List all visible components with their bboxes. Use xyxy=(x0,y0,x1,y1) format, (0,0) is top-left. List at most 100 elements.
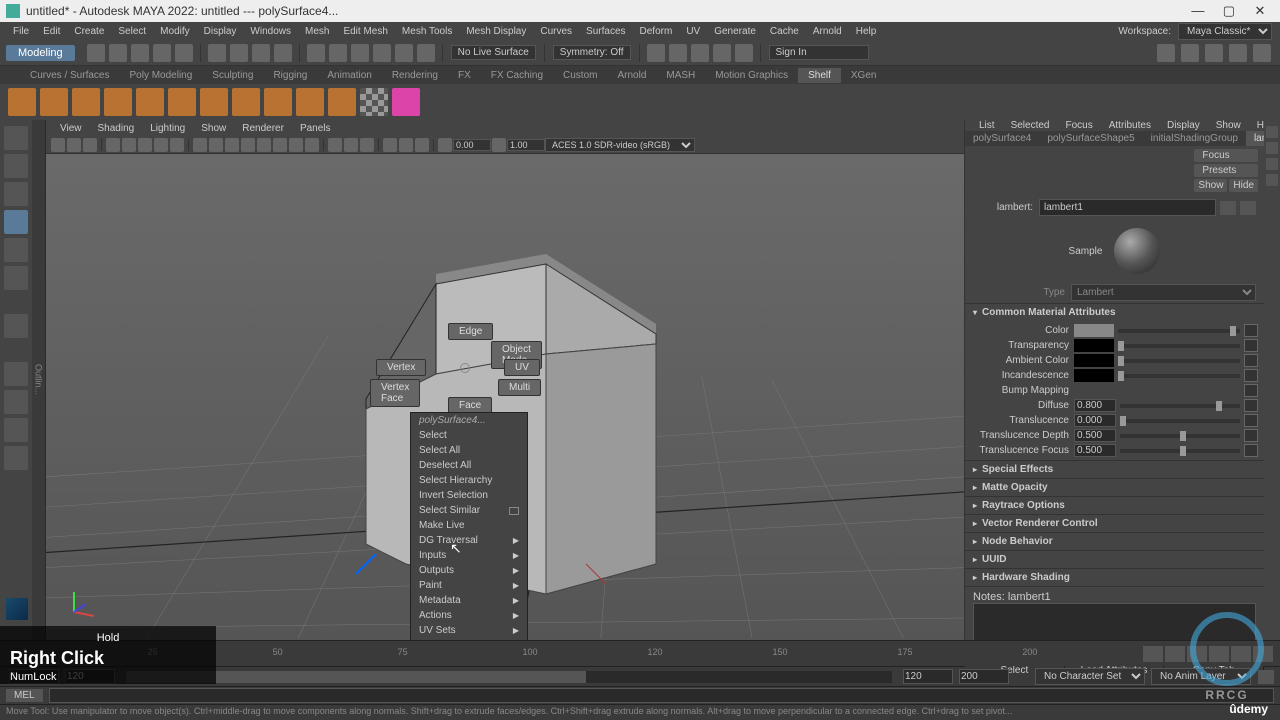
snap5-icon[interactable] xyxy=(395,44,413,62)
shelf-item-torus[interactable] xyxy=(136,88,164,116)
type-select[interactable]: Lambert xyxy=(1071,284,1256,301)
hide-button[interactable]: Hide xyxy=(1229,179,1258,192)
snap2-icon[interactable] xyxy=(329,44,347,62)
vp-menu-shading[interactable]: Shading xyxy=(90,123,143,134)
layout-outliner[interactable] xyxy=(4,418,28,442)
focus-button[interactable]: Focus xyxy=(1194,149,1258,162)
shelf-tab[interactable]: Curves / Surfaces xyxy=(20,68,119,83)
vp-menu-panels[interactable]: Panels xyxy=(292,123,339,134)
ctx-item[interactable]: UV Sets▶ xyxy=(411,623,527,638)
color-swatch[interactable] xyxy=(1074,324,1114,337)
value-slider[interactable] xyxy=(1120,449,1240,453)
menu-windows[interactable]: Windows xyxy=(243,26,298,37)
layout2-icon[interactable] xyxy=(1181,44,1199,62)
mm-vface[interactable]: Vertex Face xyxy=(370,379,420,407)
menu-create[interactable]: Create xyxy=(67,26,111,37)
map-button[interactable] xyxy=(1244,429,1258,442)
shelf-tab[interactable]: FX Caching xyxy=(481,68,553,83)
pin-icon[interactable] xyxy=(1240,201,1256,215)
close-button[interactable]: ✕ xyxy=(1246,3,1274,19)
range-out[interactable] xyxy=(959,669,1009,684)
mode-selector[interactable]: Modeling xyxy=(6,45,75,61)
shelf-tab[interactable]: Arnold xyxy=(607,68,656,83)
shelf-item-cone[interactable] xyxy=(104,88,132,116)
map-button[interactable] xyxy=(1244,369,1258,382)
outliner-handle[interactable]: Outlin... xyxy=(32,120,46,640)
colorspace-select[interactable]: ACES 1.0 SDR-video (sRGB) xyxy=(545,138,695,152)
select-icon[interactable] xyxy=(208,44,226,62)
vp-icon[interactable] xyxy=(154,138,168,152)
ctx-item[interactable]: Paint▶ xyxy=(411,578,527,593)
vp-icon[interactable] xyxy=(138,138,152,152)
panel-icon[interactable] xyxy=(691,44,709,62)
layout-persp[interactable] xyxy=(4,446,28,470)
menu-edit[interactable]: Edit xyxy=(36,26,67,37)
signin-field[interactable]: Sign In xyxy=(769,45,869,60)
value-field[interactable] xyxy=(1074,414,1116,427)
ctx-item[interactable]: Deselect All xyxy=(411,458,527,473)
mm-multi[interactable]: Multi xyxy=(498,379,541,396)
ctx-item[interactable]: Outputs▶ xyxy=(411,563,527,578)
shelf-tab[interactable]: Poly Modeling xyxy=(119,68,202,83)
ctx-item[interactable]: Metadata▶ xyxy=(411,593,527,608)
section-header[interactable]: Hardware Shading xyxy=(965,569,1264,586)
menu-arnold[interactable]: Arnold xyxy=(806,26,849,37)
ipr-icon[interactable] xyxy=(669,44,687,62)
vp-menu-lighting[interactable]: Lighting xyxy=(142,123,193,134)
menu-curves[interactable]: Curves xyxy=(533,26,579,37)
section-header[interactable]: Raytrace Options xyxy=(965,497,1264,514)
vp-icon[interactable] xyxy=(438,138,452,152)
vp-icon[interactable] xyxy=(257,138,271,152)
ctx-item[interactable]: Actions▶ xyxy=(411,608,527,623)
ctx-item[interactable]: Select xyxy=(411,428,527,443)
viewport[interactable]: persp Edge Object Mode Vertex UV Vertex … xyxy=(46,154,964,640)
vp-icon[interactable] xyxy=(83,138,97,152)
snap1-icon[interactable] xyxy=(307,44,325,62)
exposure-field[interactable] xyxy=(453,139,491,151)
menu-display[interactable]: Display xyxy=(197,26,244,37)
menu-meshdisplay[interactable]: Mesh Display xyxy=(459,26,533,37)
vp-icon[interactable] xyxy=(415,138,429,152)
section-header[interactable]: UUID xyxy=(965,551,1264,568)
attr-menu-item[interactable]: Display xyxy=(1159,120,1208,131)
move-tool[interactable] xyxy=(4,210,28,234)
minimize-button[interactable]: — xyxy=(1184,3,1212,18)
layout4-icon[interactable] xyxy=(1229,44,1247,62)
vp-icon[interactable] xyxy=(273,138,287,152)
ctx-item[interactable]: Select All xyxy=(411,443,527,458)
vp-menu-show[interactable]: Show xyxy=(193,123,234,134)
goto-start-icon[interactable] xyxy=(1143,646,1163,662)
shelf-tab[interactable]: Sculpting xyxy=(202,68,263,83)
value-slider[interactable] xyxy=(1118,359,1240,363)
new-icon[interactable] xyxy=(87,44,105,62)
value-field[interactable] xyxy=(1074,429,1116,442)
vp-icon[interactable] xyxy=(305,138,319,152)
layout1-icon[interactable] xyxy=(1157,44,1175,62)
snap6-icon[interactable] xyxy=(417,44,435,62)
vp-icon[interactable] xyxy=(209,138,223,152)
vp-icon[interactable] xyxy=(360,138,374,152)
select-tool[interactable] xyxy=(4,126,28,150)
snap3-icon[interactable] xyxy=(351,44,369,62)
vp-icon[interactable] xyxy=(122,138,136,152)
shelf-tab[interactable]: Motion Graphics xyxy=(705,68,798,83)
menu-cache[interactable]: Cache xyxy=(763,26,806,37)
material-swatch[interactable] xyxy=(1114,228,1160,274)
attr-tab[interactable]: polySurface4 xyxy=(965,131,1039,146)
vp-menu-renderer[interactable]: Renderer xyxy=(234,123,292,134)
ctx-item[interactable]: Make Live xyxy=(411,518,527,533)
snap4-icon[interactable] xyxy=(373,44,391,62)
charset-select[interactable]: No Character Set xyxy=(1035,668,1145,685)
layout3-icon[interactable] xyxy=(1205,44,1223,62)
presets-button[interactable]: Presets xyxy=(1194,164,1258,177)
vp-icon[interactable] xyxy=(51,138,65,152)
last-tool[interactable] xyxy=(4,314,28,338)
symmetry-field[interactable]: Symmetry: Off xyxy=(553,45,631,60)
layout5-icon[interactable] xyxy=(1253,44,1271,62)
attr-menu-item[interactable]: Show xyxy=(1208,120,1249,131)
shelf-item-plane[interactable] xyxy=(168,88,196,116)
render-icon[interactable] xyxy=(647,44,665,62)
mel-label[interactable]: MEL xyxy=(6,689,43,702)
rt-icon[interactable] xyxy=(1266,158,1278,170)
live-surface-field[interactable]: No Live Surface xyxy=(451,45,536,60)
